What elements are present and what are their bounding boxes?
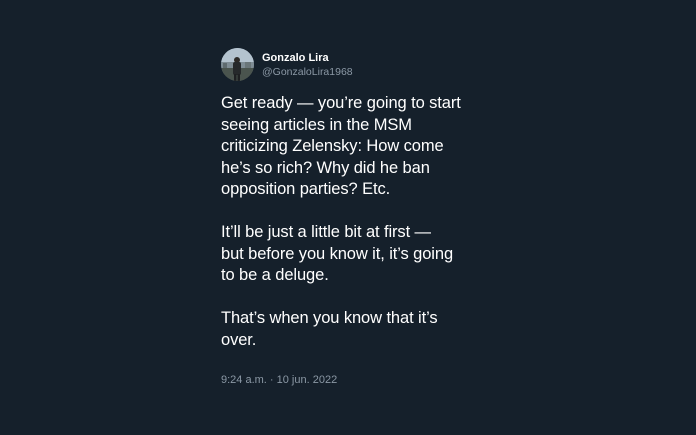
tweet-line: over. — [221, 330, 257, 349]
tweet-line: That’s when you know that it’s — [221, 309, 438, 327]
tweet-header: Gonzalo Lira @GonzaloLira1968 — [221, 48, 501, 81]
tweet-line: but before you know it, it’s going — [221, 244, 454, 263]
tweet-line: seeing articles in the MSM — [221, 115, 412, 134]
author-name[interactable]: Gonzalo Lira — [262, 51, 353, 65]
tweet-line: criticizing Zelensky: How come — [221, 137, 444, 155]
tweet-paragraph-3: That’s when you know that it’s over. — [221, 308, 501, 351]
tweet-line: opposition parties? Etc. — [221, 180, 391, 198]
author-info: Gonzalo Lira @GonzaloLira1968 — [262, 51, 353, 79]
tweet-card: Gonzalo Lira @GonzaloLira1968 Get ready … — [221, 48, 501, 387]
tweet-line: Get ready — you’re going to start — [221, 94, 461, 112]
tweet-line: It’ll be just a little bit at first — — [221, 223, 431, 241]
avatar[interactable] — [221, 48, 254, 81]
tweet-line: to be a deluge. — [221, 266, 329, 284]
tweet-paragraph-1: Get ready — you’re going to start seeing… — [221, 93, 501, 201]
tweet-text: Get ready — you’re going to start seeing… — [221, 93, 501, 351]
author-handle[interactable]: @GonzaloLira1968 — [262, 65, 353, 79]
tweet-timestamp[interactable]: 9:24 a.m. · 10 jun. 2022 — [221, 373, 501, 387]
tweet-paragraph-2: It’ll be just a little bit at first — bu… — [221, 222, 501, 287]
tweet-line: he’s so rich? Why did he ban — [221, 158, 430, 177]
profile-photo-icon — [221, 48, 254, 81]
